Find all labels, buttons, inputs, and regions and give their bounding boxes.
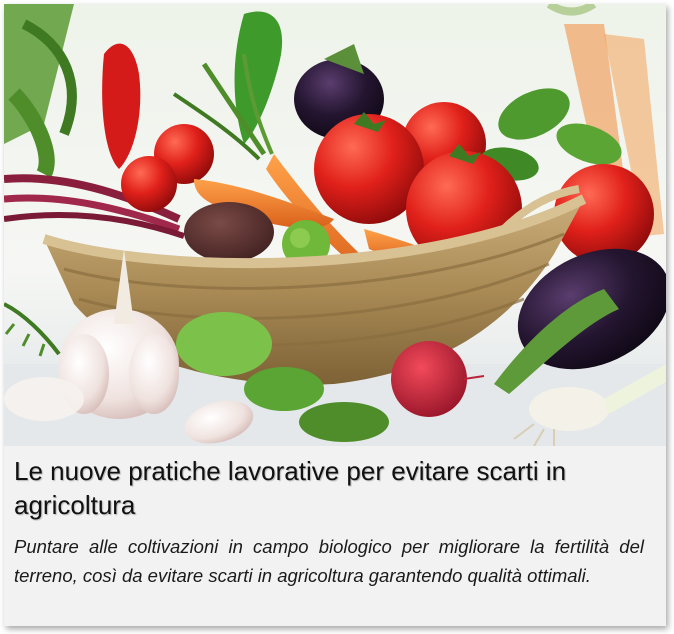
article-summary: Puntare alle coltivazioni in campo biolo… [14,536,644,586]
article-title[interactable]: Le nuove pratiche lavorative per evitare… [14,454,659,522]
article-image[interactable] [4,4,666,446]
article-text-area: Le nuove pratiche lavorative per evitare… [4,446,666,626]
vegetable-basket-illustration [4,4,666,446]
article-card[interactable]: Le nuove pratiche lavorative per evitare… [4,4,666,626]
